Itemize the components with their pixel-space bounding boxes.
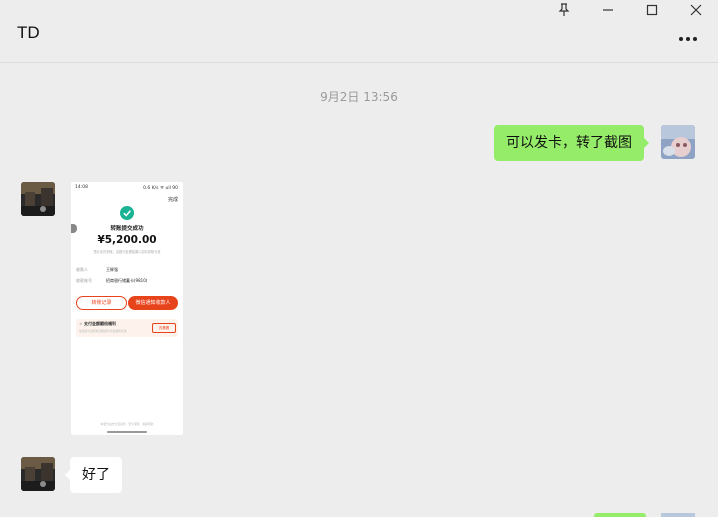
transfer-screenshot-image[interactable]: 14:08 0.6 K/s ᯤ ull 90 完成 转账提交成功 ¥5,200.… (71, 182, 183, 435)
close-icon (690, 4, 702, 16)
outgoing-message-bubble[interactable]: 可以发卡，转了截图 (494, 125, 649, 161)
done-link: 完成 (167, 197, 178, 203)
home-indicator (107, 431, 147, 433)
minimize-icon (603, 9, 613, 11)
promo-subtitle: 使用支付宝转账领取额外奖励福利优惠 (79, 329, 127, 333)
transfer-status-title: 转账提交成功 (110, 226, 144, 232)
transfer-amount: ¥5,200.00 (97, 234, 157, 246)
chat-title: TD (17, 23, 40, 42)
maximize-icon (646, 4, 658, 16)
transfer-note: 预计实时到账，由银行处理结果以实际到账为准 (93, 250, 161, 254)
incoming-message-bubble[interactable]: 好了 (65, 457, 122, 493)
my-avatar-image (661, 125, 695, 159)
transfer-record-button: 转账记录 (76, 296, 127, 310)
contact-avatar-image (21, 457, 55, 491)
promo-title: ☆ 支付金额翻倍福利 (79, 321, 116, 326)
outgoing-message-bubble-partial[interactable] (594, 513, 646, 517)
more-options-button[interactable] (678, 32, 698, 42)
close-button[interactable] (676, 0, 716, 20)
my-avatar[interactable] (661, 125, 695, 159)
screenshot-footer: 本服务由支付宝提供 · 安全保障 · 客服帮助 (100, 422, 154, 426)
bank-label: 收款账号 (76, 278, 92, 283)
message-timestamp: 9月2日 13:56 (320, 90, 398, 104)
pin-button[interactable] (544, 0, 584, 20)
my-avatar-partial[interactable] (661, 513, 695, 517)
notify-payee-button: 微信通知收款人 (128, 296, 178, 310)
payee-value: 王辉强 (106, 267, 118, 272)
contact-avatar[interactable] (21, 182, 55, 216)
pin-icon (558, 3, 570, 16)
promo-button: 去看看 (152, 323, 176, 333)
maximize-button[interactable] (632, 0, 672, 20)
success-check-icon (120, 206, 134, 220)
payee-label: 收款人 (76, 267, 88, 272)
contact-avatar-image (21, 182, 55, 216)
status-indicators: 0.6 K/s ᯤ ull 90 (143, 186, 178, 191)
minimize-button[interactable] (588, 0, 628, 20)
status-time: 14:08 (75, 185, 88, 190)
bank-value: 招商银行储蓄卡(9810) (106, 278, 148, 283)
contact-avatar[interactable] (21, 457, 55, 491)
title-bar: TD (0, 0, 718, 63)
more-icon (679, 37, 697, 41)
